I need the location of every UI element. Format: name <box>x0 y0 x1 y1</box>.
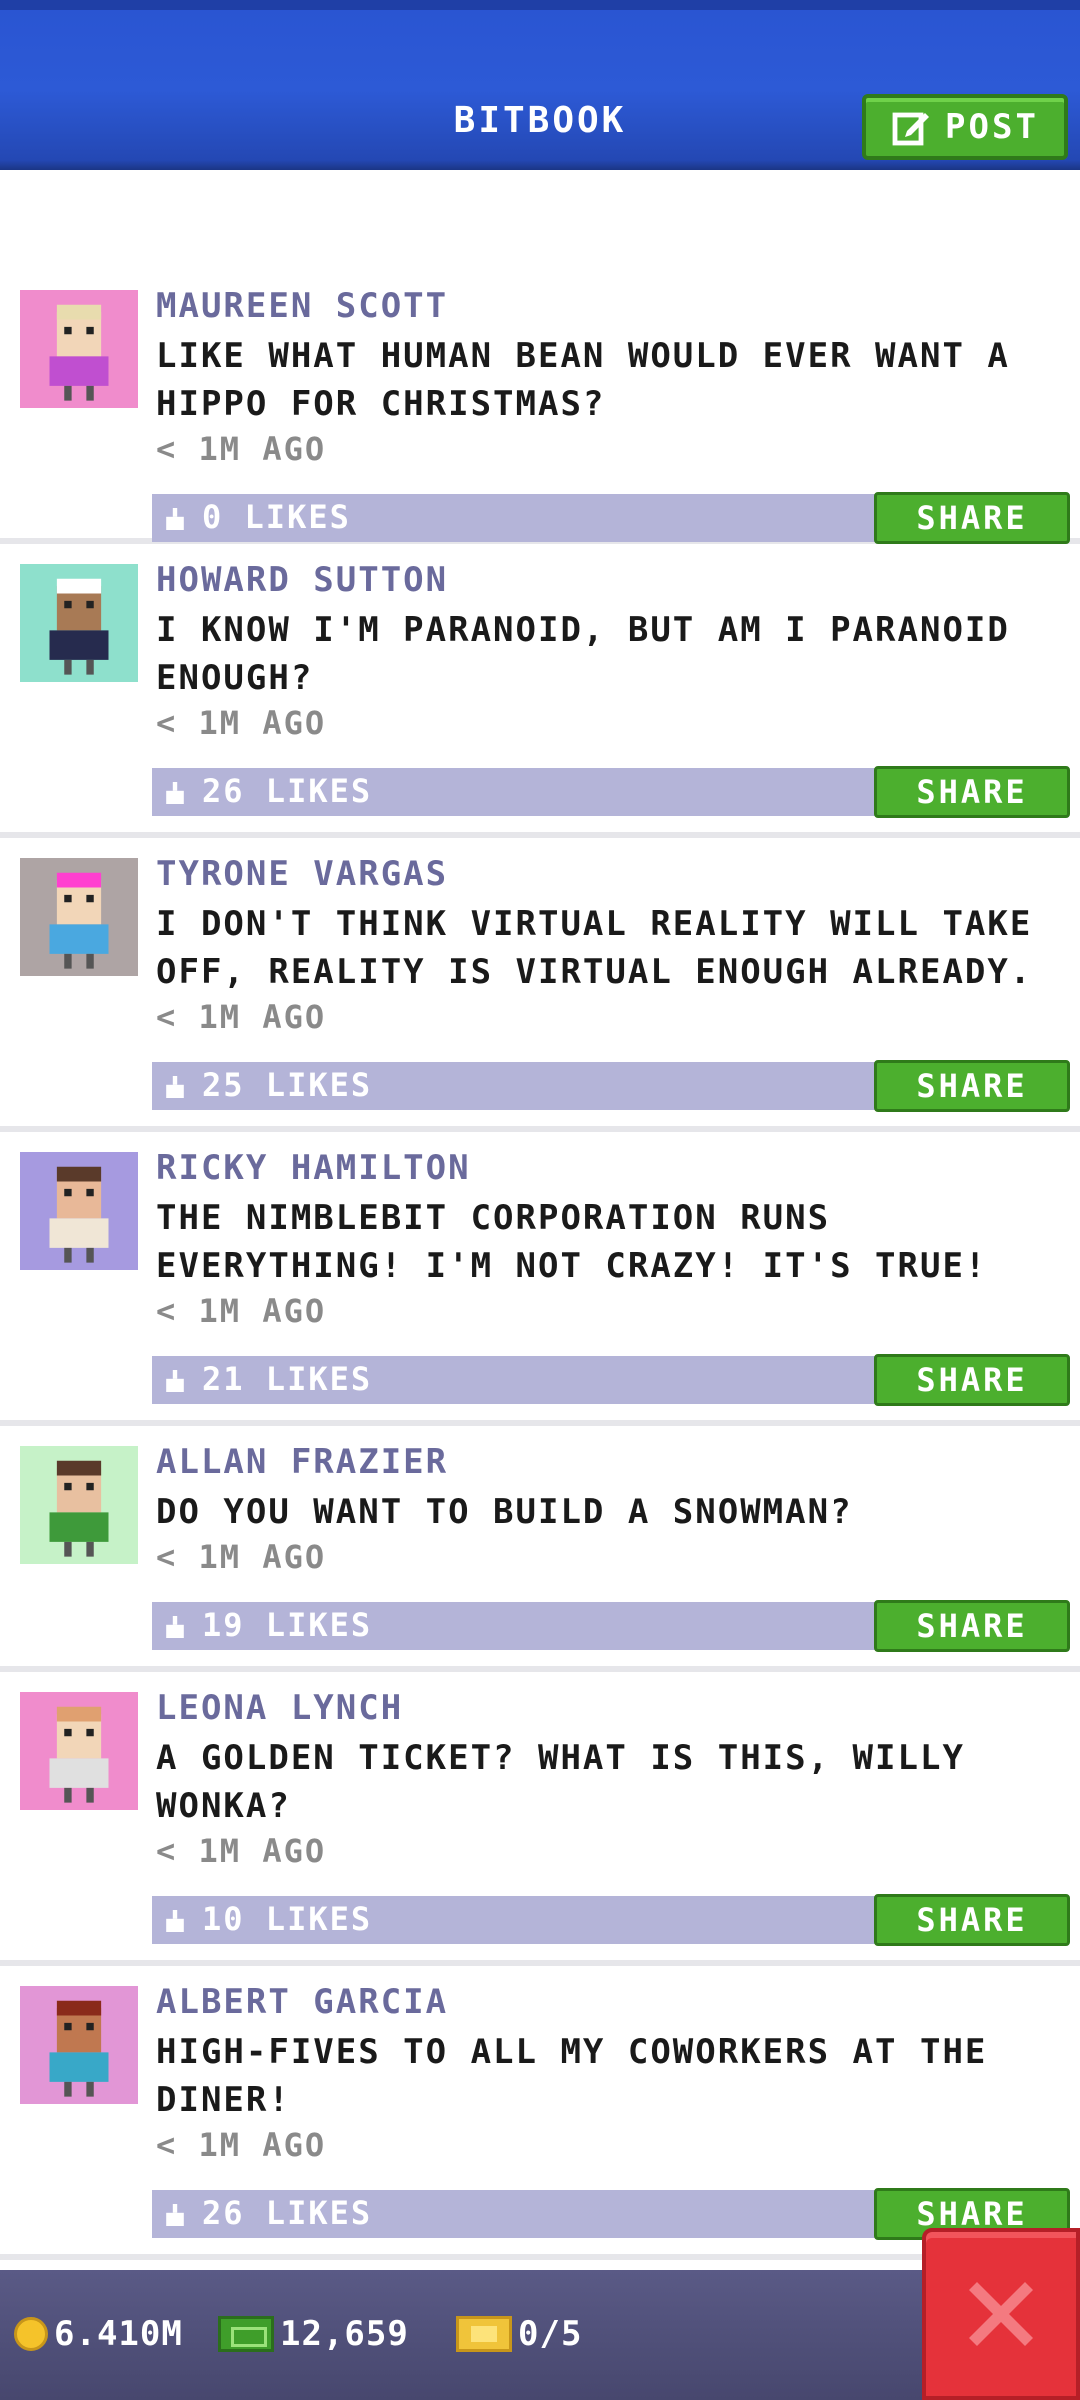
tickets-value: 0/5 <box>518 2314 583 2354</box>
share-button[interactable]: SHARE <box>874 1060 1070 1112</box>
thumbs-up-icon[interactable] <box>164 1076 186 1098</box>
likes-bar: 10 LIKES SHARE <box>152 1894 1070 1946</box>
post-timestamp: < 1M AGO <box>156 430 327 468</box>
thumbs-up-icon[interactable] <box>164 782 186 804</box>
feed-post: TYRONE VARGAS I DON'T THINK VIRTUAL REALI… <box>0 838 1080 1132</box>
feed-post: HOWARD SUTTON I KNOW I'M PARANOID, BUT AM… <box>0 544 1080 838</box>
feed-post: ALBERT GARCIA HIGH-FIVES TO ALL MY COWORK… <box>0 1966 1080 2260</box>
post-author[interactable]: TYRONE VARGAS <box>156 854 448 894</box>
thumbs-up-icon[interactable] <box>164 1910 186 1932</box>
likes-bar: 0 LIKES SHARE <box>152 492 1070 544</box>
feed-post: ALLAN FRAZIER DO YOU WANT TO BUILD A SNOW… <box>0 1426 1080 1672</box>
thumbs-up-icon[interactable] <box>164 1370 186 1392</box>
post-author[interactable]: ALLAN FRAZIER <box>156 1442 448 1482</box>
post-message: THE NIMBLEBIT CORPORATION RUNS EVERYTHIN… <box>156 1198 988 1286</box>
share-button[interactable]: SHARE <box>874 766 1070 818</box>
post-message: A GOLDEN TICKET? WHAT IS THIS, WILLY WON… <box>156 1738 965 1826</box>
post-author[interactable]: RICKY HAMILTON <box>156 1148 471 1188</box>
post-message: I DON'T THINK VIRTUAL REALITY WILL TAKE … <box>156 904 1033 992</box>
thumbs-up-icon[interactable] <box>164 1616 186 1638</box>
avatar[interactable] <box>20 1152 138 1270</box>
likes-count: 26 LIKES <box>202 2194 373 2232</box>
likes-bar: 26 LIKES SHARE <box>152 766 1070 818</box>
post-message: LIKE WHAT HUMAN BEAN WOULD EVER WANT A H… <box>156 336 1010 424</box>
likes-count: 19 LIKES <box>202 1606 373 1644</box>
app-header: BITBOOK POST <box>0 0 1080 170</box>
coins-counter: 6.410M <box>14 2314 183 2354</box>
avatar[interactable] <box>20 564 138 682</box>
post-timestamp: < 1M AGO <box>156 1538 327 1576</box>
post-timestamp: < 1M AGO <box>156 1832 327 1870</box>
share-button[interactable]: SHARE <box>874 1894 1070 1946</box>
likes-bar: 25 LIKES SHARE <box>152 1060 1070 1112</box>
share-button[interactable]: SHARE <box>874 1354 1070 1406</box>
avatar[interactable] <box>20 1446 138 1564</box>
likes-count: 0 LIKES <box>202 498 351 536</box>
post-timestamp: < 1M AGO <box>156 2126 327 2164</box>
close-icon <box>969 2282 1033 2346</box>
feed-post: LEONA LYNCH A GOLDEN TICKET? WHAT IS THIS… <box>0 1672 1080 1966</box>
compose-icon <box>892 112 930 146</box>
post-author[interactable]: HOWARD SUTTON <box>156 560 448 600</box>
post-button-label: POST <box>945 107 1039 147</box>
coins-value: 6.410M <box>54 2314 183 2354</box>
post-timestamp: < 1M AGO <box>156 704 327 742</box>
bitbook-feed[interactable]: MAUREEN SCOTT LIKE WHAT HUMAN BEAN WOULD … <box>0 170 1080 2270</box>
tickets-counter: 0/5 <box>456 2314 582 2354</box>
post-message: DO YOU WANT TO BUILD A SNOWMAN? <box>156 1492 853 1532</box>
post-timestamp: < 1M AGO <box>156 998 327 1036</box>
feed-post: MAUREEN SCOTT LIKE WHAT HUMAN BEAN WOULD … <box>0 170 1080 544</box>
avatar[interactable] <box>20 290 138 408</box>
likes-count: 25 LIKES <box>202 1066 373 1104</box>
bux-counter: 12,659 <box>218 2314 409 2354</box>
post-message: I KNOW I'M PARANOID, BUT AM I PARANOID E… <box>156 610 1010 698</box>
likes-bar: 19 LIKES SHARE <box>152 1600 1070 1652</box>
status-bar: 6.410M 12,659 0/5 <box>0 2270 1080 2400</box>
likes-count: 10 LIKES <box>202 1900 373 1938</box>
share-button[interactable]: SHARE <box>874 492 1070 544</box>
avatar[interactable] <box>20 1986 138 2104</box>
likes-bar: 21 LIKES SHARE <box>152 1354 1070 1406</box>
avatar[interactable] <box>20 858 138 976</box>
likes-count: 21 LIKES <box>202 1360 373 1398</box>
thumbs-up-icon[interactable] <box>164 508 186 530</box>
bux-value: 12,659 <box>280 2314 409 2354</box>
feed-post: RICKY HAMILTON THE NIMBLEBIT CORPORATION … <box>0 1132 1080 1426</box>
post-author[interactable]: MAUREEN SCOTT <box>156 286 448 326</box>
post-author[interactable]: ALBERT GARCIA <box>156 1982 448 2022</box>
thumbs-up-icon[interactable] <box>164 2204 186 2226</box>
coin-icon <box>14 2317 48 2351</box>
post-button[interactable]: POST <box>862 94 1068 160</box>
close-button[interactable] <box>922 2228 1080 2400</box>
post-author[interactable]: LEONA LYNCH <box>156 1688 403 1728</box>
ticket-icon <box>456 2316 512 2352</box>
cash-icon <box>218 2316 274 2352</box>
avatar[interactable] <box>20 1692 138 1810</box>
likes-count: 26 LIKES <box>202 772 373 810</box>
post-message: HIGH-FIVES TO ALL MY COWORKERS AT THE DI… <box>156 2032 988 2120</box>
post-timestamp: < 1M AGO <box>156 1292 327 1330</box>
share-button[interactable]: SHARE <box>874 1600 1070 1652</box>
